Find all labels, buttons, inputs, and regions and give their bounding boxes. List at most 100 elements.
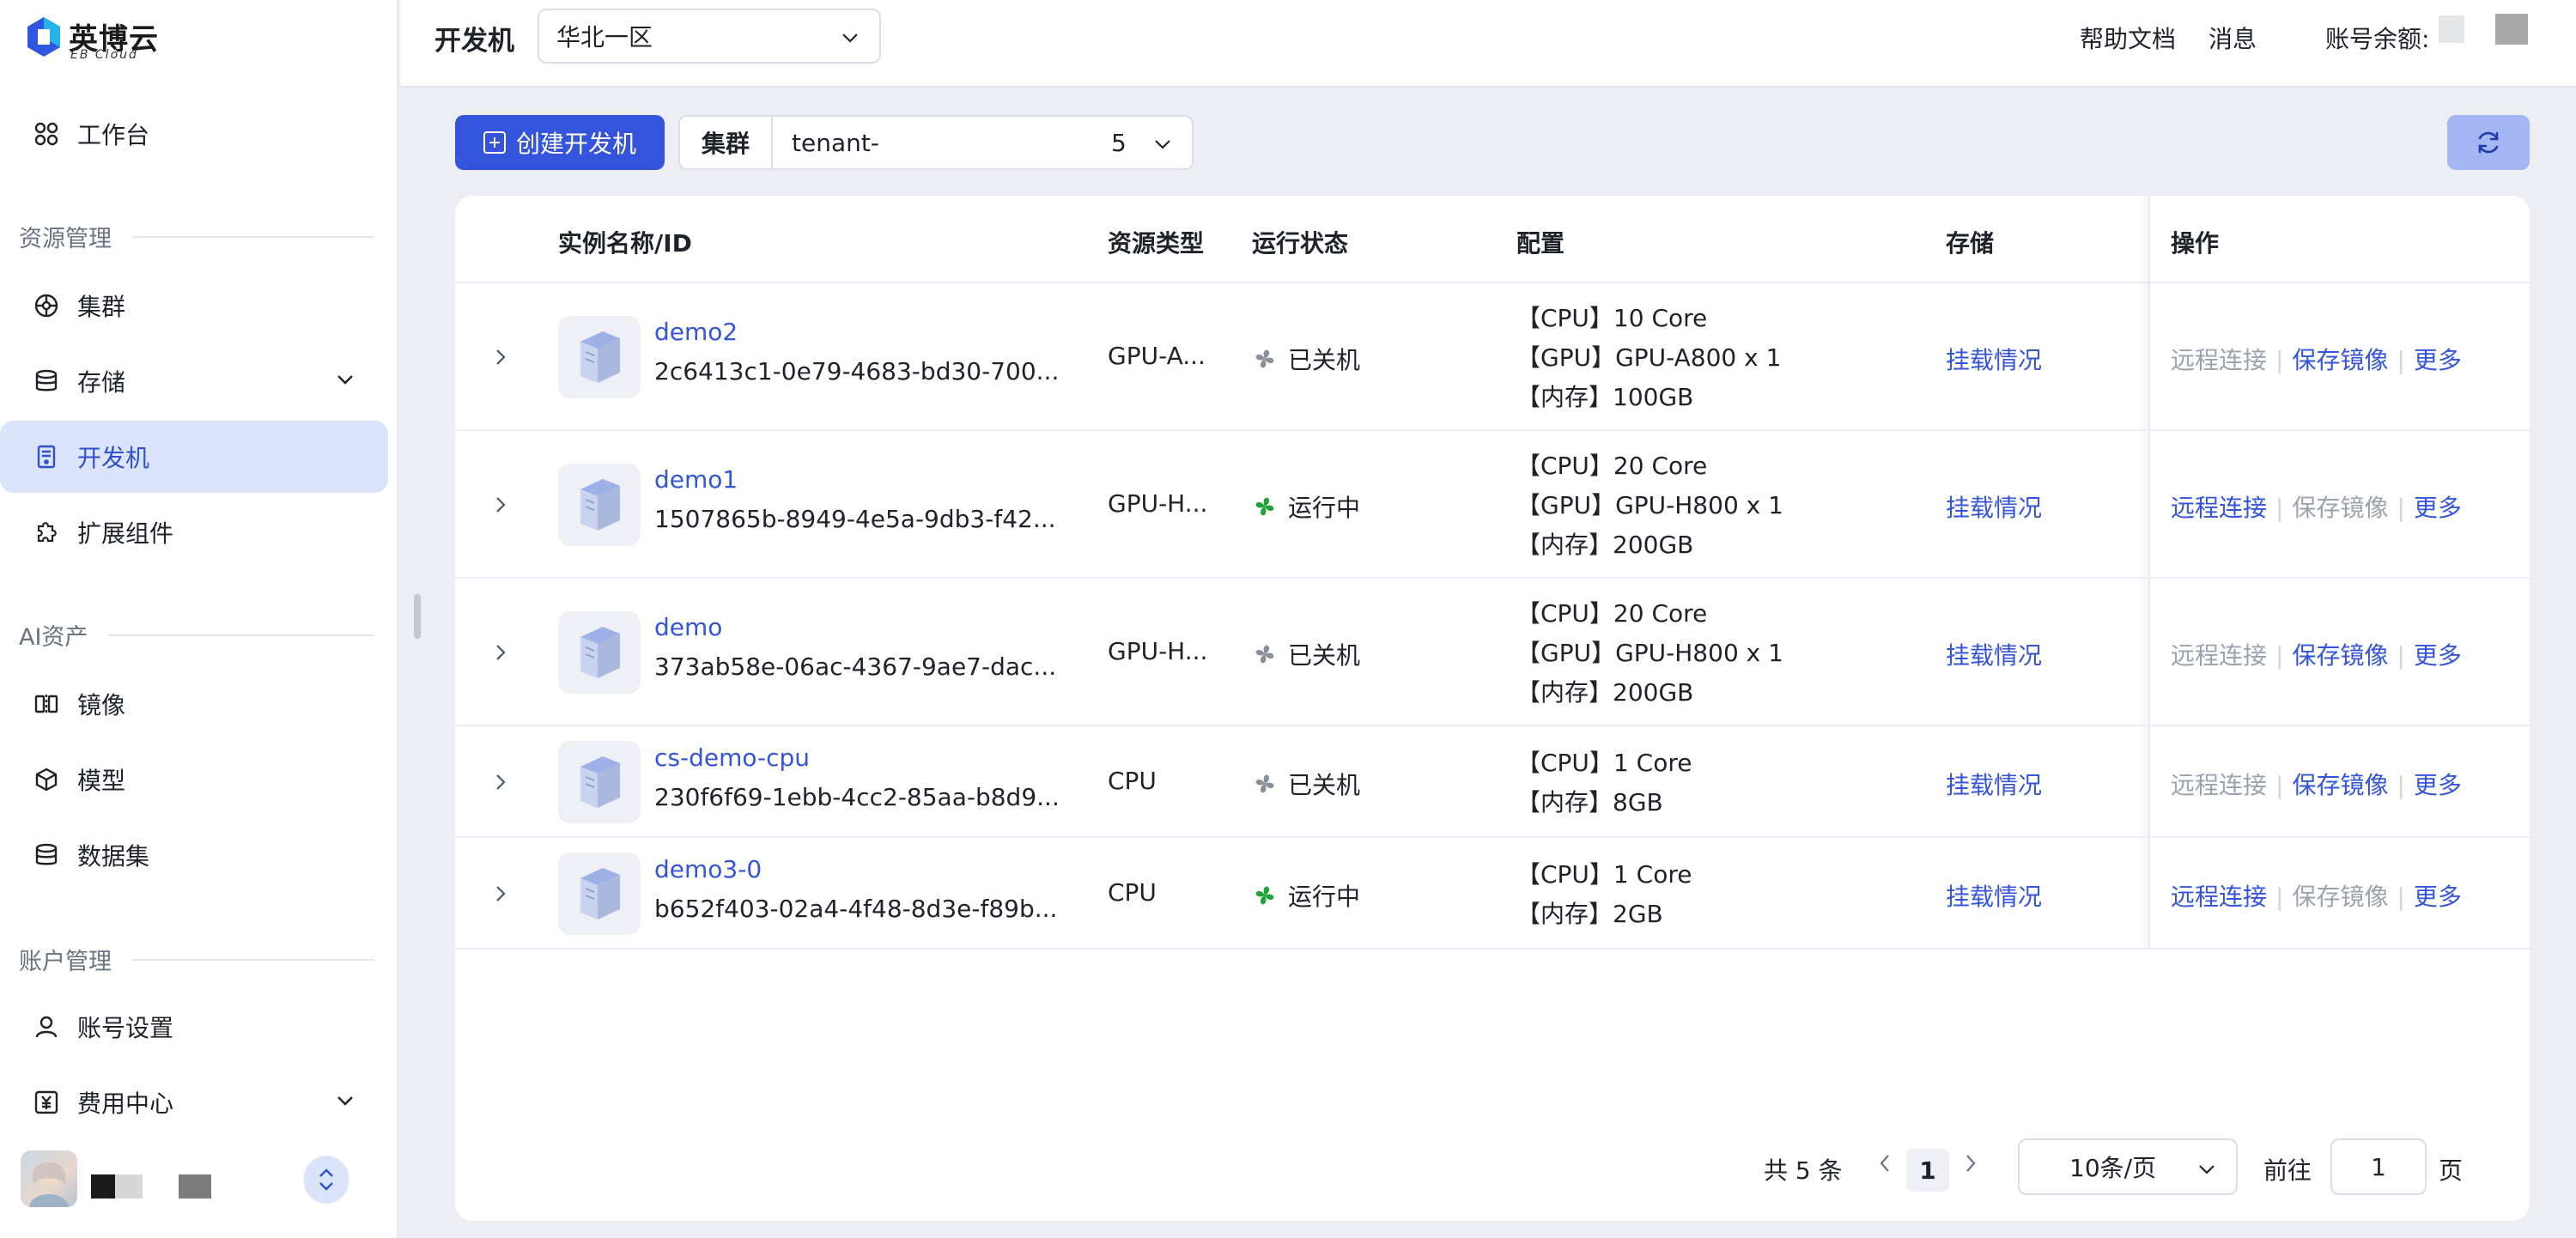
page-size-select[interactable]: 10条/页	[2018, 1138, 2238, 1195]
avatar[interactable]	[21, 1150, 77, 1207]
more-action[interactable]: 更多	[2414, 883, 2462, 911]
config-line: 【内存】200GB	[1516, 678, 1694, 707]
yen-icon	[33, 1089, 60, 1116]
chevron-down-icon	[842, 33, 858, 43]
cluster-filter[interactable]: 集群 tenant- 5	[678, 115, 1194, 170]
save-image-action[interactable]: 保存镜像	[2292, 641, 2388, 670]
help-docs-link[interactable]: 帮助文档	[2080, 21, 2176, 55]
resource-type: GPU-A...	[1108, 342, 1206, 370]
messages-link[interactable]: 消息	[2208, 21, 2257, 55]
config-line: 【GPU】GPU-H800 x 1	[1516, 491, 1783, 519]
instance-name-link[interactable]: cs-demo-cpu	[654, 743, 810, 772]
region-select[interactable]: 华北一区	[538, 9, 881, 64]
column-header: 运行状态	[1252, 229, 1349, 258]
remote-connect-action: 远程连接	[2171, 641, 2268, 670]
table-row: demo1 1507865b-8949-4e5a-9db3-f42... GPU…	[455, 431, 2530, 579]
remote-connect-action[interactable]: 远程连接	[2171, 883, 2267, 911]
server-icon	[558, 316, 641, 398]
sidebar-item-devbox[interactable]: 开发机	[0, 421, 388, 493]
mount-status-link[interactable]: 挂载情况	[1946, 342, 2042, 376]
mount-status-link[interactable]: 挂载情况	[1946, 637, 2042, 671]
sidebar-resize-handle[interactable]	[414, 594, 421, 639]
fan-icon	[1255, 774, 1274, 793]
column-header: 实例名称/ID	[558, 229, 692, 258]
prev-page-chevron-left-icon[interactable]	[1877, 1152, 1893, 1180]
brand-logo[interactable]: 英博云 EB Cloud	[26, 14, 163, 62]
row-actions: 远程连接 | 保存镜像 | 更多	[2171, 771, 2462, 799]
expand-row-chevron-icon[interactable]	[488, 344, 513, 370]
mount-status-link[interactable]: 挂载情况	[1946, 878, 2042, 913]
goto-page-input[interactable]: 1	[2330, 1138, 2427, 1195]
instance-name-link[interactable]: demo2	[654, 318, 738, 346]
status-badge: 已关机	[1252, 767, 1360, 801]
column-header: 存储	[1946, 229, 1995, 258]
sidebar-item-datasets[interactable]: 数据集	[0, 819, 388, 891]
sidebar-item-cluster[interactable]: 集群	[0, 270, 388, 342]
sidebar-item-workbench[interactable]: 工作台	[0, 98, 388, 170]
more-action[interactable]: 更多	[2414, 494, 2462, 522]
row-actions: 远程连接 | 保存镜像 | 更多	[2171, 641, 2462, 670]
config-line: 【内存】2GB	[1516, 900, 1663, 928]
column-header: 配置	[1516, 229, 1565, 258]
fan-icon	[1255, 349, 1274, 368]
chevron-down-icon[interactable]	[335, 1090, 355, 1111]
mount-status-link[interactable]: 挂载情况	[1946, 489, 2042, 524]
sidebar-item-label: 存储	[77, 368, 126, 397]
table-header: 实例名称/ID 资源类型 运行状态 配置 存储 操作	[455, 196, 2530, 283]
table-row: demo2 2c6413c1-0e79-4683-bd30-700... GPU…	[455, 283, 2530, 431]
resource-type: GPU-H...	[1108, 489, 1208, 518]
chevron-down-icon[interactable]	[335, 369, 355, 390]
page-number-current[interactable]: 1	[1906, 1149, 1949, 1192]
sidebar-item-label: 集群	[77, 293, 126, 321]
user-profile-bar[interactable]	[21, 1149, 373, 1211]
save-image-action: 保存镜像	[2292, 883, 2389, 911]
sidebar-item-label: 数据集	[77, 842, 150, 871]
resource-type: GPU-H...	[1108, 637, 1208, 665]
save-image-action: 保存镜像	[2292, 494, 2389, 522]
config-line: 【CPU】20 Core	[1516, 452, 1708, 480]
refresh-button[interactable]	[2447, 115, 2530, 170]
table-row: demo3-0 b652f403-02a4-4f48-8d3e-f89b... …	[455, 838, 2530, 950]
sidebar-item-images[interactable]: 镜像	[0, 668, 388, 740]
expand-row-chevron-icon[interactable]	[488, 492, 513, 518]
instance-name-link[interactable]: demo1	[654, 465, 738, 494]
sidebar-item-label: 扩展组件	[77, 519, 174, 548]
create-devbox-button[interactable]: 创建开发机	[455, 115, 665, 170]
devbox-table: 实例名称/ID 资源类型 运行状态 配置 存储 操作 demo2 2c6413c…	[455, 196, 2530, 1221]
next-page-chevron-right-icon[interactable]	[1963, 1152, 1978, 1180]
balance-value-mask	[2439, 15, 2464, 43]
account-switch-button[interactable]	[304, 1156, 349, 1204]
sidebar-item-models[interactable]: 模型	[0, 743, 388, 816]
page-size-value: 10条/页	[2069, 1154, 2157, 1182]
cube-icon	[33, 766, 60, 793]
more-action[interactable]: 更多	[2414, 641, 2462, 670]
user-menu-avatar[interactable]	[2495, 14, 2528, 45]
config-line: 【CPU】10 Core	[1516, 304, 1708, 332]
expand-row-chevron-icon[interactable]	[488, 769, 513, 795]
sidebar-item-account-settings[interactable]: 账号设置	[0, 991, 388, 1063]
expand-row-chevron-icon[interactable]	[488, 640, 513, 665]
cluster-icon	[33, 292, 60, 319]
row-actions: 远程连接 | 保存镜像 | 更多	[2171, 883, 2462, 911]
sidebar-item-billing[interactable]: 费用中心	[0, 1066, 388, 1138]
more-action[interactable]: 更多	[2414, 346, 2462, 374]
save-image-action[interactable]: 保存镜像	[2292, 346, 2388, 374]
sidebar-item-storage[interactable]: 存储	[0, 345, 388, 417]
sidebar-item-label: 工作台	[77, 121, 150, 149]
cluster-filter-label: 集群	[680, 117, 773, 168]
save-image-action[interactable]: 保存镜像	[2292, 771, 2388, 799]
table-row: demo 373ab58e-06ac-4367-9ae7-dac... GPU-…	[455, 579, 2530, 726]
server-icon	[558, 741, 641, 823]
mount-status-link[interactable]: 挂载情况	[1946, 767, 2042, 801]
column-header: 操作	[2171, 229, 2220, 258]
remote-connect-action[interactable]: 远程连接	[2171, 494, 2267, 522]
instance-name-link[interactable]: demo3-0	[654, 855, 762, 883]
expand-row-chevron-icon[interactable]	[488, 881, 513, 907]
username-mask	[91, 1174, 115, 1199]
fan-icon	[1255, 497, 1274, 516]
more-action[interactable]: 更多	[2414, 771, 2462, 799]
instance-name-link[interactable]: demo	[654, 613, 722, 641]
section-ai-assets: AI资产	[19, 618, 374, 652]
sidebar-item-label: 开发机	[77, 444, 150, 472]
sidebar-item-extensions[interactable]: 扩展组件	[0, 496, 388, 568]
